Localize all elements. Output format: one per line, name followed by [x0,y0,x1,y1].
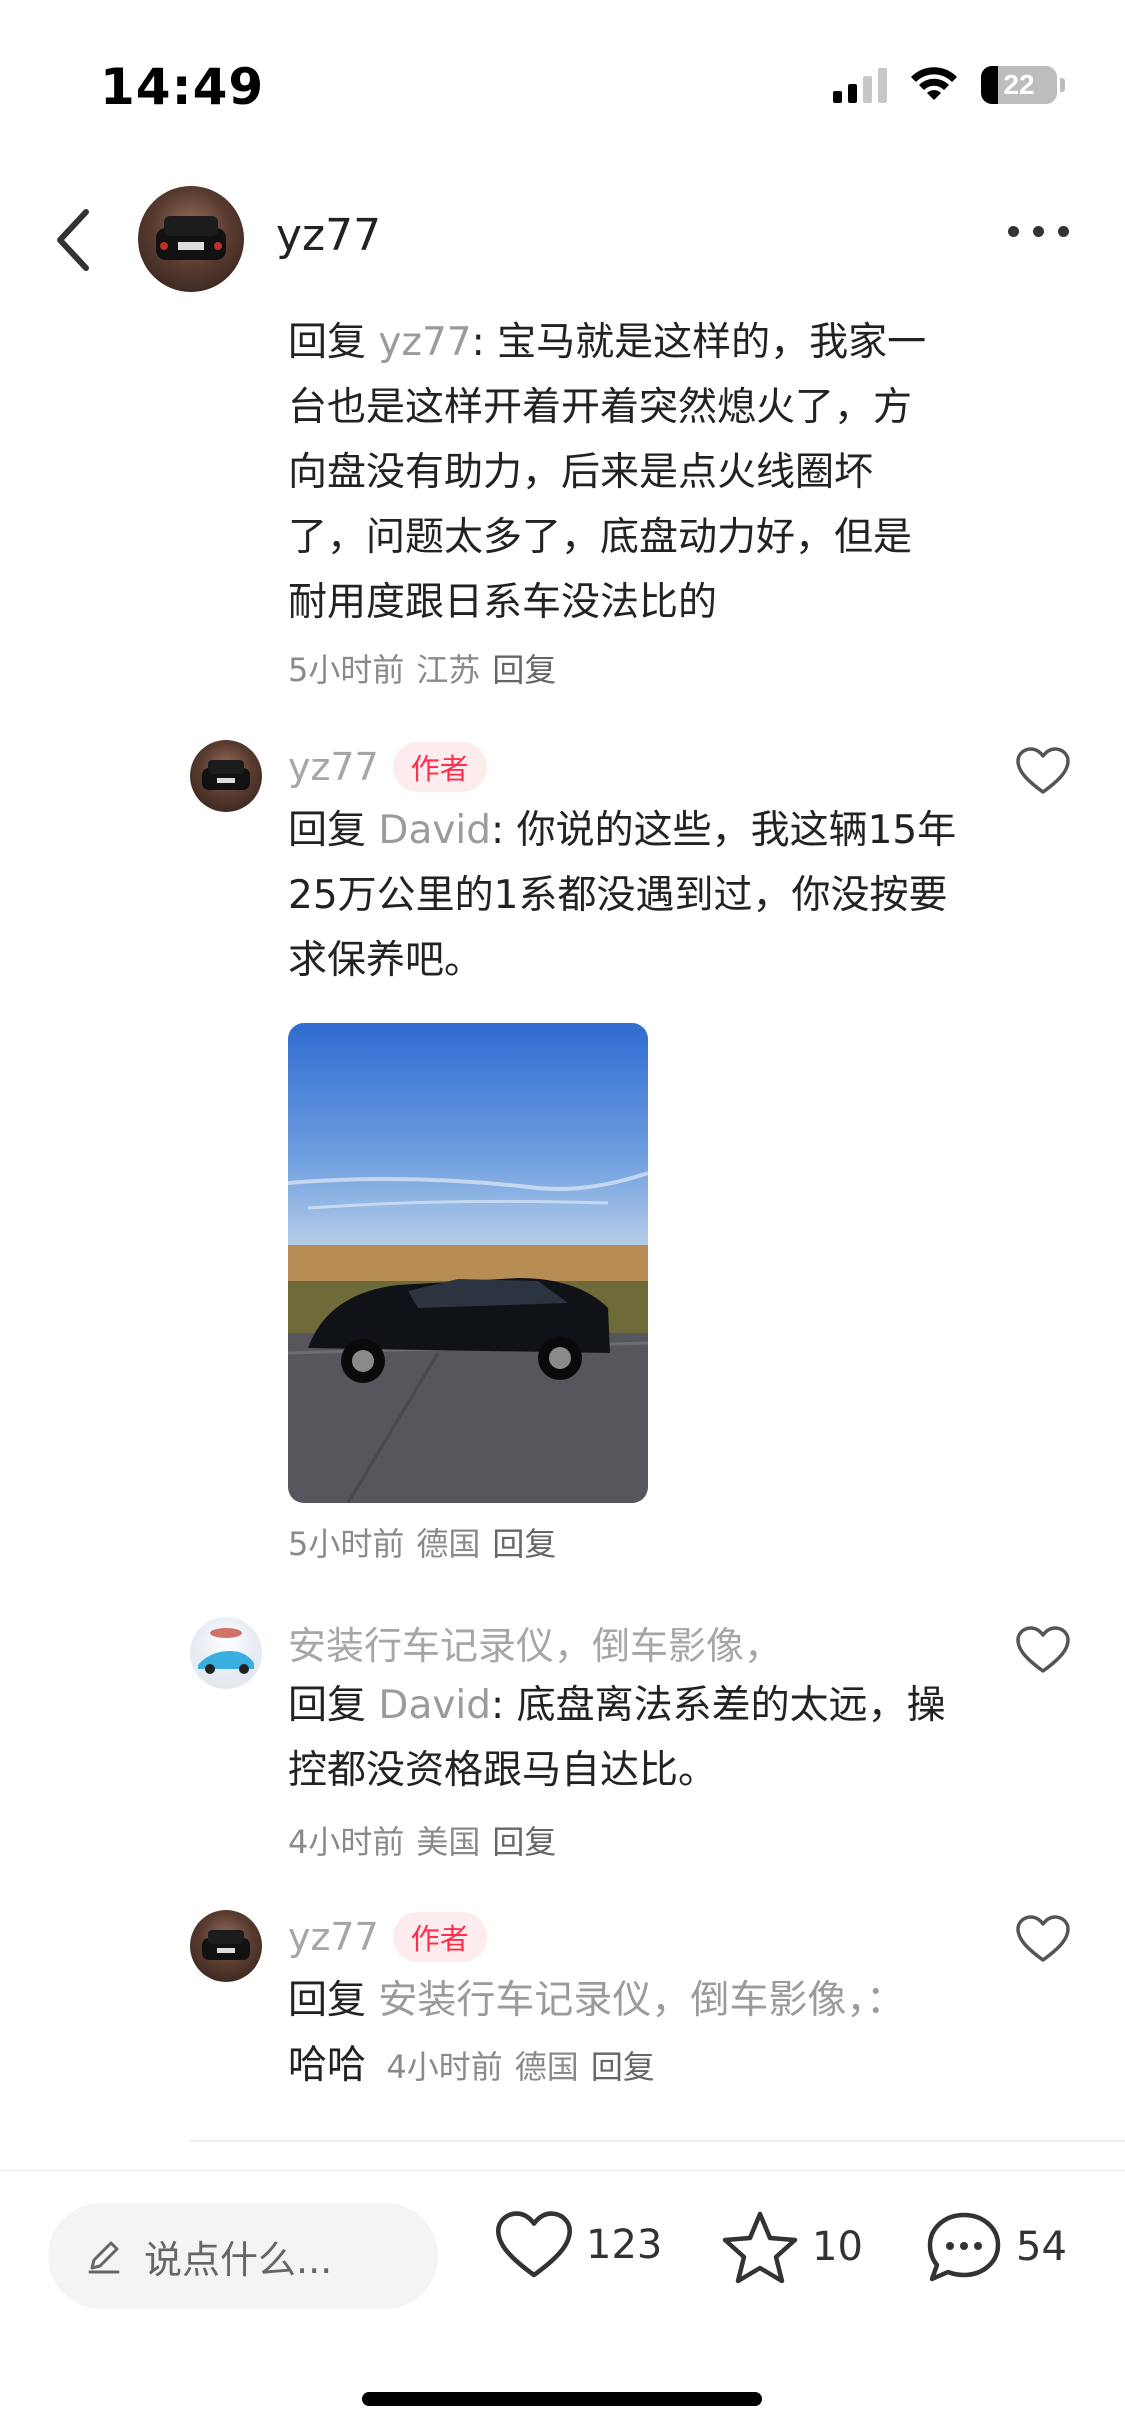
comment-text: 回复 David: 你说的这些，我这辆15年25万公里的1系都没遇到过，你没按要… [288,798,968,993]
like-heart-icon[interactable] [1015,1914,1071,1964]
reply-button[interactable]: 回复 [492,651,556,689]
wifi-icon [911,67,957,100]
comment-meta: 4小时前 德国 回复 [378,2048,666,2086]
battery-level: 22 [1003,69,1035,100]
mention-link[interactable]: David [378,1683,491,1728]
comment-text: 回复 David: 底盘离法系差的太远，操控都没资格跟马自达比。 [288,1673,968,1803]
pencil-icon [88,2241,120,2274]
comment-location: 德国 [416,1525,481,1563]
status-icons: 22 [833,66,1065,104]
comment-button[interactable]: 54 [924,2209,1067,2285]
like-heart-icon[interactable] [1015,1625,1071,1675]
avatar[interactable] [190,1910,262,1982]
comment-meta: 5小时前 江苏 回复 [288,645,948,691]
reply-word: 回复 [288,1683,367,1728]
reply-button[interactable]: 回复 [591,2048,655,2086]
avatar[interactable] [190,740,262,812]
avatar[interactable] [190,1617,262,1689]
divider [190,2140,1125,2142]
comment-text: 回复 yz77: 宝马就是这样的，我家一台也是这样开着开着突然熄火了，方向盘没有… [288,310,948,635]
reply-username[interactable]: 安装行车记录仪，倒车影像， [288,1615,782,1670]
reply-button[interactable]: 回复 [492,1525,556,1563]
heart-icon [496,2211,573,2278]
comment-input[interactable]: 说点什么... [48,2203,438,2309]
like-button[interactable]: 123 [494,2209,662,2281]
comment-location: 美国 [416,1823,481,1861]
comment-location: 德国 [514,2048,579,2086]
mention-colon: ： [865,1978,905,2023]
favorite-button[interactable]: 10 [720,2209,863,2285]
star-icon [722,2211,798,2284]
comment-body: 哈哈 [288,2043,367,2088]
comment-meta: 4小时前 美国 回复 [288,1817,968,1863]
back-icon[interactable] [46,204,106,276]
mention-link[interactable]: David [378,808,491,853]
reply-word: 回复 [288,1978,367,2023]
comment-body: : 宝马就是这样的，我家一台也是这样开着开着突然熄火了，方向盘没有助力，后来是点… [288,320,927,625]
reply-username[interactable]: yz77 [288,745,379,789]
author-badge: 作者 [392,1912,487,1962]
bottom-action-bar: 说点什么... 123 10 54 [0,2170,1125,2340]
more-options-icon[interactable] [1008,226,1069,237]
home-indicator [362,2392,762,2406]
comment-time: 4小时前 [386,2048,503,2086]
mention-link[interactable]: 安装行车记录仪，倒车影像， [378,1978,866,2023]
comment-time: 5小时前 [288,651,405,689]
mention-link[interactable]: yz77 [378,320,471,365]
reply-word: 回复 [288,808,367,853]
comment-photo[interactable] [288,1023,648,1503]
author-badge: 作者 [392,742,487,792]
comment-time: 4小时前 [288,1823,405,1861]
battery-icon: 22 [981,66,1057,104]
reply-word: 回复 [288,320,367,365]
like-heart-icon[interactable] [1015,746,1071,796]
reply-username[interactable]: yz77 [288,1915,379,1959]
status-time: 14:49 [100,58,265,116]
avatar[interactable] [138,186,244,292]
reply-button[interactable]: 回复 [492,1823,556,1861]
comment-time: 5小时前 [288,1525,405,1563]
comment-bubble-icon [927,2212,1001,2282]
comment-count: 54 [1016,2224,1067,2270]
status-bar: 14:49 22 [0,0,1125,170]
comment-meta: 5小时前 德国 回复 [288,1519,968,1565]
favorite-count: 10 [812,2224,863,2270]
header-username[interactable]: yz77 [276,210,381,261]
comment-location: 江苏 [416,651,481,689]
like-count: 123 [586,2222,663,2268]
comment-text: 回复 安装行车记录仪，倒车影像，： 哈哈 4小时前 德国 回复 [288,1968,968,2100]
comment-input-placeholder: 说点什么... [144,2237,333,2282]
cellular-signal-icon [833,67,887,103]
comment-item: 回复 yz77: 宝马就是这样的，我家一台也是这样开着开着突然熄火了，方向盘没有… [288,310,948,691]
header: yz77 [0,180,1125,300]
